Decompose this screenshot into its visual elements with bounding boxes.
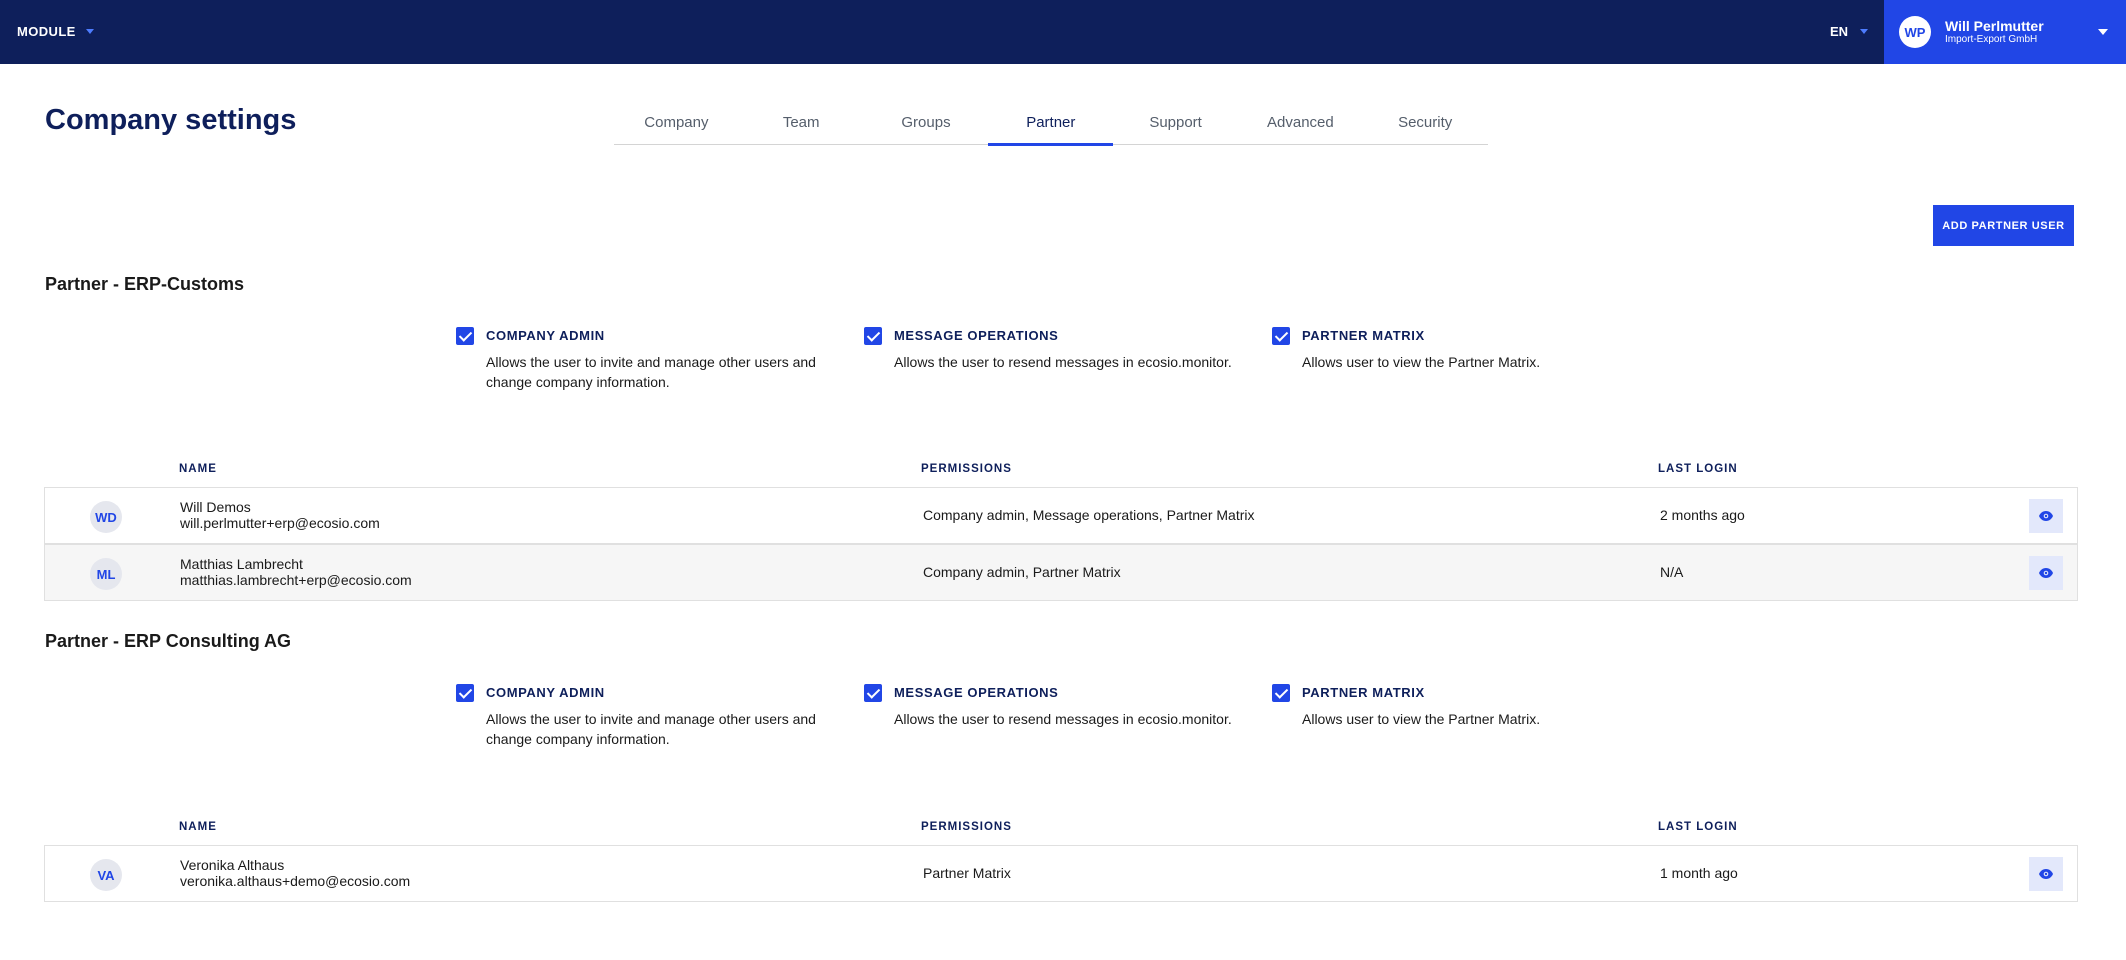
tab-advanced[interactable]: Advanced (1238, 106, 1363, 145)
message-operations-checkbox[interactable] (864, 327, 882, 345)
page-title: Company settings (45, 104, 297, 136)
language-selector[interactable]: EN (1830, 24, 1869, 39)
partner-matrix-checkbox[interactable] (1272, 327, 1290, 345)
user-email: will.perlmutter+erp@ecosio.com (180, 515, 380, 531)
partner-matrix-checkbox[interactable] (1272, 684, 1290, 702)
permission-title: PARTNER MATRIX (1302, 328, 1425, 343)
settings-tabs: Company Team Groups Partner Support Adva… (614, 106, 1488, 146)
user-permissions: Partner Matrix (923, 865, 1011, 881)
user-last-login: N/A (1660, 564, 1684, 580)
user-email: veronika.althaus+demo@ecosio.com (180, 873, 411, 889)
tab-partner[interactable]: Partner (988, 106, 1113, 146)
column-header-last-login: LAST LOGIN (1658, 821, 1738, 833)
tab-company[interactable]: Company (614, 106, 739, 145)
avatar: VA (90, 859, 122, 891)
chevron-down-icon (2098, 29, 2108, 35)
tab-groups[interactable]: Groups (864, 106, 989, 145)
user-last-login: 2 months ago (1660, 507, 1745, 523)
chevron-down-icon (1860, 29, 1869, 34)
permission-title: PARTNER MATRIX (1302, 685, 1425, 700)
permission-description: Allows the user to resend messages in ec… (894, 354, 1232, 370)
permission-title: COMPANY ADMIN (486, 685, 605, 700)
company-admin-checkbox[interactable] (456, 684, 474, 702)
chevron-down-icon (85, 29, 94, 34)
eye-icon (2039, 511, 2053, 521)
permission-title: COMPANY ADMIN (486, 328, 605, 343)
user-name: Will Perlmutter (1945, 18, 2044, 34)
permission-description: Allows the user to invite and manage oth… (486, 354, 816, 390)
user-menu[interactable]: WP Will Perlmutter Import-Export GmbH (1884, 0, 2126, 64)
user-name: Matthias Lambrecht (180, 556, 303, 572)
partner-title: Partner - ERP Consulting AG (45, 631, 292, 651)
eye-icon (2039, 568, 2053, 578)
user-last-login: 1 month ago (1660, 865, 1738, 881)
permission-description: Allows user to view the Partner Matrix. (1302, 711, 1541, 727)
add-partner-user-button[interactable]: ADD PARTNER USER (1933, 205, 2074, 246)
column-header-permissions: PERMISSIONS (921, 821, 1012, 833)
eye-icon (2039, 869, 2053, 879)
user-info: Will Perlmutter Import-Export GmbH (1945, 18, 2044, 46)
user-permissions: Company admin, Partner Matrix (923, 564, 1121, 580)
tab-team[interactable]: Team (739, 106, 864, 145)
language-label: EN (1830, 24, 1849, 39)
table-row: VA Veronika Althaus veronika.althaus+dem… (44, 845, 2078, 902)
permission-title: MESSAGE OPERATIONS (894, 685, 1059, 700)
column-header-last-login: LAST LOGIN (1658, 463, 1738, 475)
tab-security[interactable]: Security (1363, 106, 1488, 145)
top-navigation-bar: MODULE EN WP Will Perlmutter Import-Expo… (0, 0, 2126, 64)
table-row: ML Matthias Lambrecht matthias.lambrecht… (44, 544, 2078, 601)
avatar: ML (90, 558, 122, 590)
permission-description: Allows user to view the Partner Matrix. (1302, 354, 1541, 370)
partner-title: Partner - ERP-Customs (45, 274, 245, 294)
column-header-name: NAME (179, 821, 217, 833)
company-admin-checkbox[interactable] (456, 327, 474, 345)
column-header-name: NAME (179, 463, 217, 475)
user-email: matthias.lambrecht+erp@ecosio.com (180, 572, 412, 588)
permission-description: Allows the user to resend messages in ec… (894, 711, 1232, 727)
module-menu[interactable]: MODULE (17, 24, 94, 39)
message-operations-checkbox[interactable] (864, 684, 882, 702)
tab-support[interactable]: Support (1113, 106, 1238, 145)
user-name: Will Demos (180, 499, 251, 515)
user-name: Veronika Althaus (180, 857, 285, 873)
table-row: WD Will Demos will.perlmutter+erp@ecosio… (44, 487, 2078, 544)
view-user-button[interactable] (2029, 857, 2063, 891)
avatar: WD (90, 501, 122, 533)
view-user-button[interactable] (2029, 556, 2063, 590)
user-avatar: WP (1899, 16, 1931, 48)
column-header-permissions: PERMISSIONS (921, 463, 1012, 475)
view-user-button[interactable] (2029, 499, 2063, 533)
permission-title: MESSAGE OPERATIONS (894, 328, 1059, 343)
module-label: MODULE (17, 24, 76, 39)
user-company: Import-Export GmbH (1945, 34, 2038, 45)
permission-description: Allows the user to invite and manage oth… (486, 711, 816, 747)
user-permissions: Company admin, Message operations, Partn… (923, 507, 1255, 523)
